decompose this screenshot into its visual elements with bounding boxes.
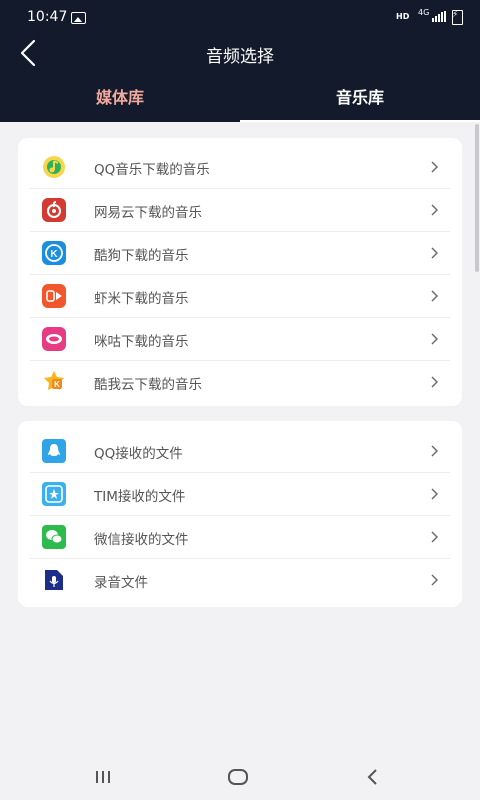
list-item-wechat-files[interactable]: 微信接收的文件 — [30, 516, 450, 559]
chevron-right-icon — [431, 161, 438, 173]
chevron-right-icon — [431, 531, 438, 543]
svg-text:K: K — [54, 380, 60, 389]
chevron-right-icon — [431, 204, 438, 216]
gallery-icon — [71, 12, 86, 24]
qq-music-icon — [43, 156, 65, 178]
list-item-label: 虾米下载的音乐 — [94, 291, 189, 307]
battery-icon — [452, 10, 463, 25]
recent-apps-icon — [96, 771, 110, 783]
list-item-label: QQ接收的文件 — [94, 446, 183, 462]
chevron-right-icon — [431, 247, 438, 259]
list-item-qq-files[interactable]: QQ接收的文件 — [30, 430, 450, 473]
list-item-label: QQ音乐下载的音乐 — [94, 162, 210, 178]
tab-indicator-right — [240, 120, 480, 122]
migu-icon — [42, 327, 66, 351]
home-icon — [228, 769, 248, 785]
kuwo-icon: K — [44, 371, 64, 390]
status-bar: 10:47 HD 4G — [0, 0, 480, 34]
list-item-label: 酷我云下载的音乐 — [94, 377, 202, 393]
home-button[interactable] — [225, 764, 251, 790]
qq-icon — [42, 439, 66, 463]
list-item-label: 酷狗下载的音乐 — [94, 248, 189, 264]
list-item-tim-files[interactable]: TIM接收的文件 — [30, 473, 450, 516]
network-type-label: 4G — [418, 8, 430, 17]
music-sources-card: QQ音乐下载的音乐 网易云下载的音乐 K 酷狗下载的音乐 虾米下载的音乐 咪咕下… — [18, 138, 462, 406]
tim-icon — [42, 482, 66, 506]
list-item-label: 录音文件 — [94, 575, 148, 591]
header: 10:47 HD 4G 音频选择 媒体库 音乐库 — [0, 0, 480, 122]
page-title: 音频选择 — [206, 47, 274, 67]
tab-bar: 媒体库 音乐库 — [0, 78, 480, 122]
signal-icon — [432, 11, 446, 22]
xiami-icon — [42, 284, 66, 308]
list-item-xiami[interactable]: 虾米下载的音乐 — [30, 275, 450, 318]
tab-media-library[interactable]: 媒体库 — [0, 78, 240, 122]
status-time: 10:47 — [27, 9, 68, 25]
chevron-right-icon — [431, 290, 438, 302]
list-item-qq-music[interactable]: QQ音乐下载的音乐 — [30, 146, 450, 189]
recent-apps-button[interactable] — [90, 764, 116, 790]
list-item-migu[interactable]: 咪咕下载的音乐 — [30, 318, 450, 361]
chevron-right-icon — [431, 333, 438, 345]
list-item-recordings[interactable]: 录音文件 — [30, 559, 450, 601]
list-item-kugou[interactable]: K 酷狗下载的音乐 — [30, 232, 450, 275]
list-item-label: TIM接收的文件 — [94, 489, 186, 505]
chevron-right-icon — [431, 574, 438, 586]
netease-cloud-music-icon — [42, 198, 66, 222]
scrollbar[interactable] — [475, 124, 479, 272]
list-item-kuwo[interactable]: K 酷我云下载的音乐 — [30, 361, 450, 403]
tab-indicator-left — [0, 120, 240, 122]
chevron-left-icon — [367, 769, 377, 785]
wechat-icon — [42, 525, 66, 549]
tab-music-library[interactable]: 音乐库 — [240, 78, 480, 122]
kugou-icon: K — [42, 241, 66, 265]
recorder-icon — [45, 570, 63, 590]
system-nav-bar — [0, 752, 480, 800]
list-item-netease[interactable]: 网易云下载的音乐 — [30, 189, 450, 232]
system-back-button[interactable] — [360, 764, 386, 790]
hd-label: HD — [396, 12, 410, 21]
file-sources-card: QQ接收的文件 TIM接收的文件 微信接收的文件 录音文件 — [18, 421, 462, 607]
chevron-right-icon — [431, 488, 438, 500]
list-item-label: 咪咕下载的音乐 — [94, 334, 189, 350]
chevron-right-icon — [431, 376, 438, 388]
list-item-label: 微信接收的文件 — [94, 532, 189, 548]
chevron-right-icon — [431, 445, 438, 457]
svg-text:K: K — [50, 249, 58, 260]
list-item-label: 网易云下载的音乐 — [94, 205, 202, 221]
